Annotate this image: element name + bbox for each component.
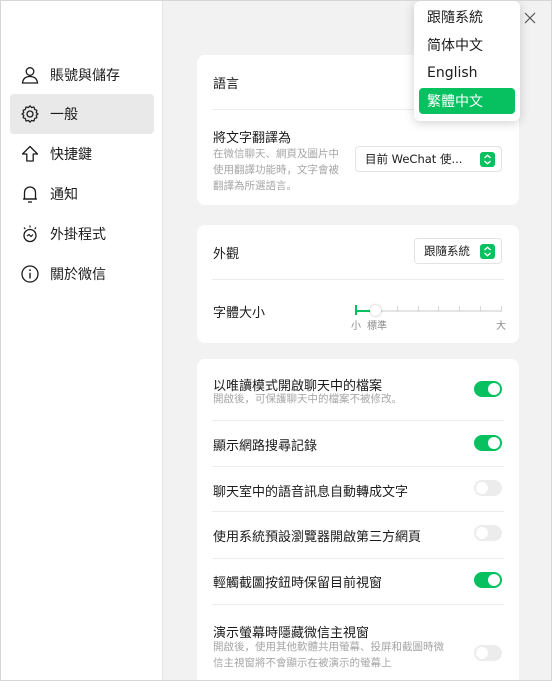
web-search-history-toggle[interactable] — [474, 435, 502, 451]
language-option-english[interactable]: English — [419, 60, 515, 86]
appearance-select[interactable]: 跟隨系統 — [414, 238, 502, 264]
scale-label-standard: 標準 — [367, 321, 387, 332]
slider-knob[interactable] — [370, 305, 381, 316]
sidebar-item-label: 快捷鍵 — [50, 147, 92, 163]
scale-label-large: 大 — [496, 321, 506, 332]
plugin-icon — [19, 223, 41, 245]
settings-sidebar: 賬號與儲存 一般 快捷鍵 通知 外掛程式 關於微信 — [1, 1, 163, 680]
translate-description: 在微信聊天、網頁及圖片中使用翻譯功能時，文字會被翻譯為所選語言。 — [213, 148, 339, 192]
sidebar-item-label: 通知 — [50, 187, 78, 203]
keep-window-on-screenshot-toggle[interactable] — [474, 572, 502, 588]
sidebar-item-shortcuts[interactable]: 快捷鍵 — [10, 134, 154, 174]
settings-window: 賬號與儲存 一般 快捷鍵 通知 外掛程式 關於微信 語言 將文字翻譯為 在微信聊… — [0, 0, 552, 681]
sidebar-item-label: 一般 — [50, 107, 78, 123]
sidebar-item-about[interactable]: 關於微信 — [10, 254, 154, 294]
language-option-traditional-chinese[interactable]: 繁體中文 — [419, 88, 515, 114]
sidebar-item-general[interactable]: 一般 — [10, 94, 154, 134]
options-card: 以唯讀模式開啟聊天中的檔案 開啟後，可保護聊天中的檔案不被修改。 顯示網路搜尋記… — [197, 359, 519, 680]
translate-language-select[interactable]: 目前 WeChat 使... — [355, 146, 502, 172]
appearance-card: 外觀 跟隨系統 字體大小 小 標準 大 — [197, 225, 519, 343]
language-option-simplified-chinese[interactable]: 简体中文 — [419, 32, 515, 58]
bell-icon — [19, 183, 41, 205]
scale-label-small: 小 — [351, 321, 361, 332]
sidebar-item-label: 賬號與儲存 — [50, 68, 120, 84]
toggle-knob — [476, 647, 488, 659]
toggle-knob — [476, 527, 488, 539]
gear-icon — [19, 103, 41, 125]
slider-tick — [397, 306, 398, 312]
toggle-knob — [476, 482, 488, 494]
select-value: 目前 WeChat 使... — [365, 152, 463, 166]
appearance-label: 外觀 — [213, 247, 240, 262]
chevron-updown-icon — [480, 244, 495, 259]
user-icon — [19, 64, 41, 86]
option-description: 開啟後，可保護聊天中的檔案不被修改。 — [213, 393, 402, 405]
sidebar-item-notifications[interactable]: 通知 — [10, 174, 154, 214]
option-label: 使用系統預設瀏覽器開啟第三方網頁 — [213, 530, 422, 545]
hide-window-on-share-toggle[interactable] — [474, 645, 502, 661]
divider — [212, 279, 504, 280]
select-value: 跟隨系統 — [424, 244, 470, 258]
divider — [212, 558, 504, 559]
option-label: 顯示網路搜尋記錄 — [213, 439, 318, 454]
slider-tick — [418, 306, 419, 312]
divider — [212, 466, 504, 467]
chevron-updown-icon — [480, 152, 495, 167]
language-option-follow-system[interactable]: 跟隨系統 — [419, 4, 515, 30]
info-icon — [19, 263, 41, 285]
translate-label: 將文字翻譯為 — [213, 131, 292, 146]
sidebar-item-label: 關於微信 — [50, 267, 106, 283]
slider-tick — [501, 306, 502, 312]
toggle-knob — [488, 574, 500, 586]
divider — [212, 420, 504, 421]
sidebar-item-label: 外掛程式 — [50, 227, 106, 243]
close-icon — [524, 12, 536, 24]
language-label: 語言 — [213, 77, 240, 92]
toggle-knob — [488, 383, 500, 395]
default-browser-toggle[interactable] — [474, 525, 502, 541]
slider-tick — [438, 306, 439, 312]
sidebar-item-account-storage[interactable]: 賬號與儲存 — [10, 55, 154, 95]
slider-tick — [459, 306, 460, 312]
readonly-files-toggle[interactable] — [474, 381, 502, 397]
slider-tick — [480, 306, 481, 312]
divider — [212, 511, 504, 512]
shortcut-arrow-icon — [19, 143, 41, 165]
option-description: 開啟後，使用其他軟體共用螢幕、投屏和截圖時微信主視窗將不會顯示在被演示的螢幕上 — [213, 641, 444, 669]
font-size-label: 字體大小 — [213, 306, 266, 321]
divider — [212, 604, 504, 605]
sidebar-item-plugins[interactable]: 外掛程式 — [10, 214, 154, 254]
close-button[interactable] — [520, 8, 540, 28]
option-label: 聊天室中的語音訊息自動轉成文字 — [213, 485, 409, 500]
toggle-knob — [488, 437, 500, 449]
language-dropdown-menu: 跟隨系統 简体中文 English 繁體中文 — [414, 1, 520, 121]
option-label: 輕觸截圖按鈕時保留目前視窗 — [213, 576, 383, 591]
voice-to-text-toggle[interactable] — [474, 480, 502, 496]
